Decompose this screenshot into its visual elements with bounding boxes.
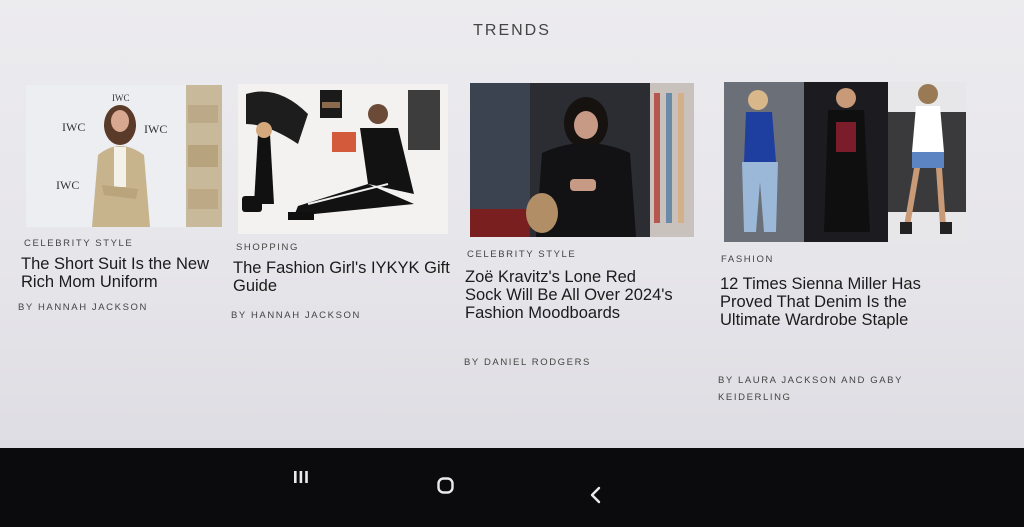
article-category[interactable]: CELEBRITY STYLE xyxy=(24,238,133,249)
navigation-bar xyxy=(0,448,1024,527)
article-category[interactable]: FASHION xyxy=(721,254,774,265)
article-title[interactable]: The Short Suit Is the New Rich Mom Unifo… xyxy=(21,255,221,291)
logo-text: IWC xyxy=(112,93,130,103)
article-title[interactable]: Zoë Kravitz's Lone Red Sock Will Be All … xyxy=(465,268,675,322)
article-byline[interactable]: BY LAURA JACKSON AND GABY KEIDERLING xyxy=(718,372,918,406)
article-byline[interactable]: BY HANNAH JACKSON xyxy=(231,307,451,324)
article-image[interactable] xyxy=(470,83,694,237)
tablet-screen: TRENDS IWC IWC IWC IWC CELEBRITY STYLE T… xyxy=(0,0,1024,448)
home-icon-glyph xyxy=(437,477,454,494)
article-image[interactable]: IWC IWC IWC IWC xyxy=(26,85,222,227)
back-icon-glyph xyxy=(590,486,601,504)
sienna-miller-collage xyxy=(724,82,966,242)
back-icon[interactable] xyxy=(588,486,604,509)
gift-guide-collage xyxy=(238,84,448,234)
article-category[interactable]: CELEBRITY STYLE xyxy=(467,249,576,260)
logo-text: IWC xyxy=(144,122,167,136)
recents-icon[interactable] xyxy=(292,468,310,491)
zoe-kravitz-photo xyxy=(470,83,694,237)
home-icon[interactable] xyxy=(436,476,456,501)
article-title[interactable]: The Fashion Girl's IYKYK Gift Guide xyxy=(233,259,453,295)
section-title: TRENDS xyxy=(473,22,551,39)
article-image[interactable] xyxy=(724,82,966,242)
logo-text: IWC xyxy=(56,178,79,192)
recents-icon-glyph xyxy=(294,471,308,483)
article-byline[interactable]: BY DANIEL RODGERS xyxy=(464,354,684,371)
article-category[interactable]: SHOPPING xyxy=(236,242,299,253)
article-byline[interactable]: BY HANNAH JACKSON xyxy=(18,299,218,316)
article-title[interactable]: 12 Times Sienna Miller Has Proved That D… xyxy=(720,275,966,329)
suit-photo: IWC IWC IWC IWC xyxy=(26,85,222,227)
article-image[interactable] xyxy=(238,84,448,234)
logo-text: IWC xyxy=(62,120,85,134)
